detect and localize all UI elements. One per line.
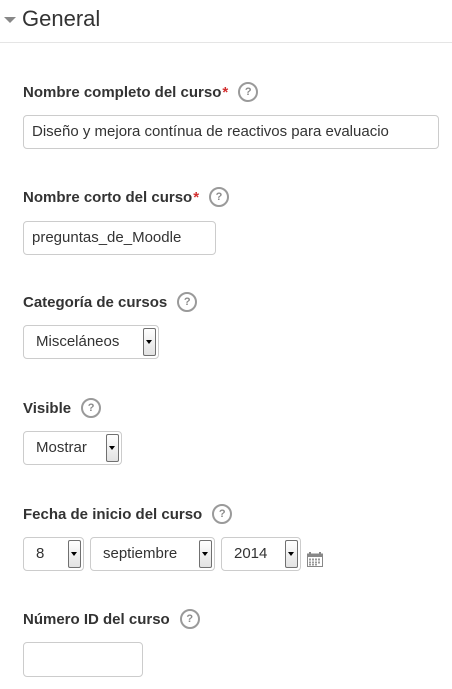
idnumber-label-text: Número ID del curso — [23, 610, 170, 628]
fullname-label: Nombre completo del curso * ? — [23, 82, 259, 102]
help-icon[interactable]: ? — [81, 398, 102, 418]
required-asterisk: * — [193, 188, 200, 206]
chevron-down-icon — [106, 434, 119, 462]
startdate-day-value: 8 — [36, 545, 45, 562]
category-select[interactable]: Misceláneos — [23, 325, 159, 359]
startdate-month-select[interactable]: septiembre — [90, 537, 215, 571]
section-divider — [0, 42, 452, 43]
startdate-day-select[interactable]: 8 — [23, 537, 84, 571]
visible-select[interactable]: Mostrar — [23, 431, 122, 465]
category-label: Categoría de cursos ? — [23, 292, 198, 312]
chevron-down-icon — [285, 540, 298, 568]
help-icon[interactable]: ? — [209, 187, 230, 207]
shortname-label: Nombre corto del curso * ? — [23, 187, 230, 207]
required-asterisk: * — [222, 83, 229, 101]
help-icon[interactable]: ? — [238, 82, 259, 102]
visible-label-text: Visible — [23, 399, 72, 417]
help-icon[interactable]: ? — [212, 504, 233, 524]
category-label-text: Categoría de cursos — [23, 293, 168, 311]
startdate-year-value: 2014 — [234, 545, 268, 562]
visible-selected-value: Mostrar — [36, 439, 87, 456]
startdate-year-select[interactable]: 2014 — [221, 537, 301, 571]
calendar-icon[interactable] — [307, 551, 323, 567]
chevron-down-icon — [68, 540, 81, 568]
category-selected-value: Misceláneos — [36, 333, 120, 350]
visible-label: Visible ? — [23, 398, 102, 418]
chevron-down-icon — [199, 540, 212, 568]
fullname-input[interactable]: Diseño y mejora contínua de reactivos pa… — [23, 115, 439, 149]
idnumber-input[interactable] — [23, 642, 143, 677]
chevron-down-icon — [143, 328, 156, 356]
idnumber-label: Número ID del curso ? — [23, 609, 200, 629]
shortname-label-text: Nombre corto del curso — [23, 188, 193, 206]
shortname-input[interactable]: preguntas_de_Moodle — [23, 221, 216, 255]
fullname-label-text: Nombre completo del curso — [23, 83, 222, 101]
caret-down-icon — [4, 17, 16, 23]
startdate-label-text: Fecha de inicio del curso — [23, 505, 203, 523]
help-icon[interactable]: ? — [179, 609, 200, 629]
section-title: General — [22, 6, 101, 31]
startdate-month-value: septiembre — [103, 545, 178, 562]
startdate-label: Fecha de inicio del curso ? — [23, 504, 233, 524]
help-icon[interactable]: ? — [177, 292, 198, 312]
general-section-toggle[interactable]: General — [4, 4, 100, 34]
